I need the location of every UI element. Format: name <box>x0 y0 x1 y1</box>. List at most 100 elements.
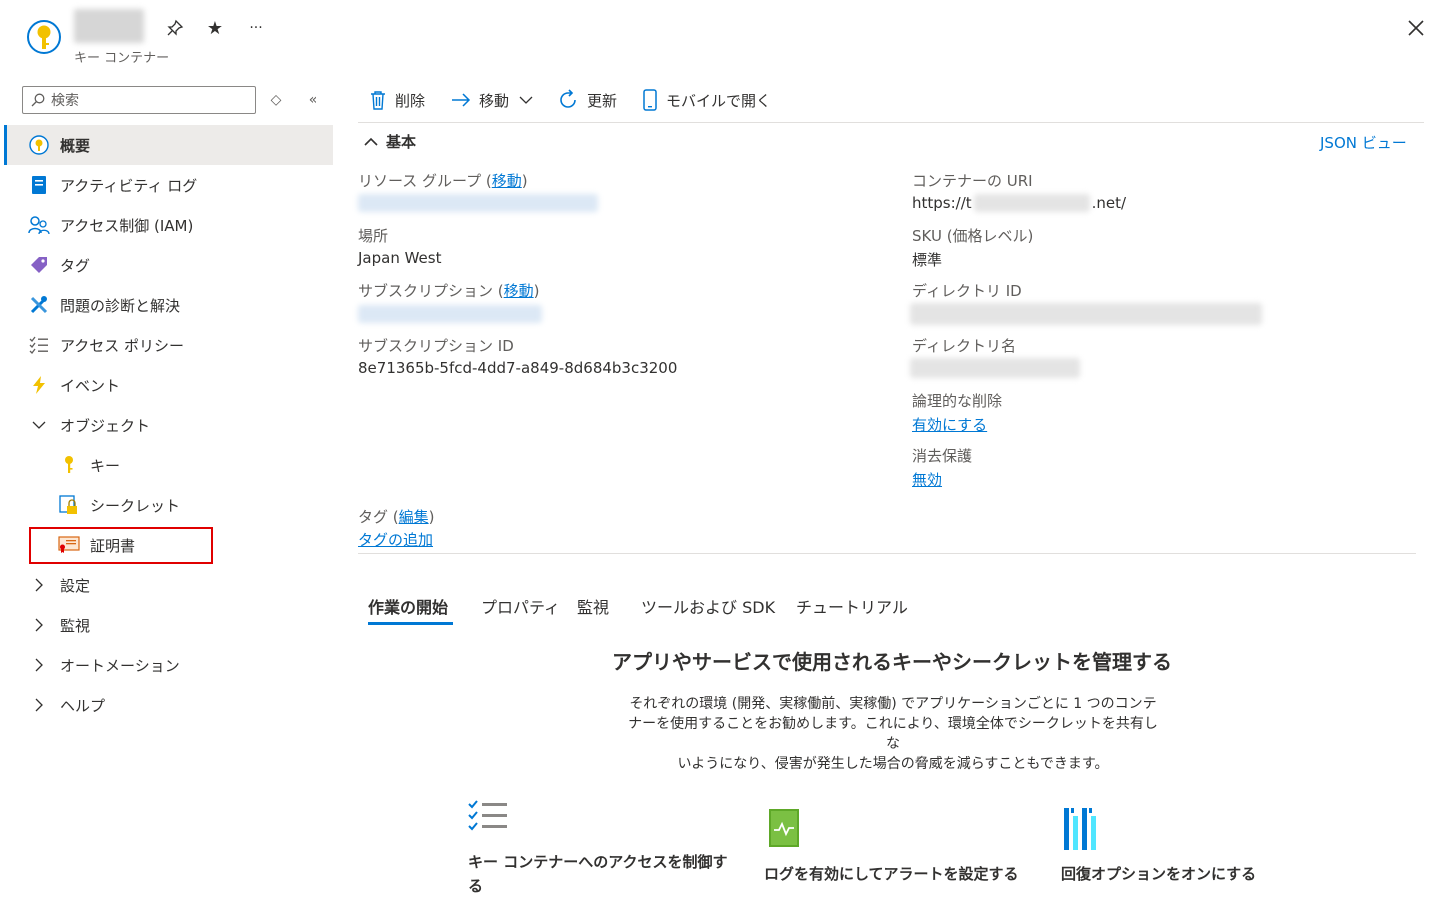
tab-get-started[interactable]: 作業の開始 <box>368 594 448 618</box>
mobile-phone-icon <box>643 89 657 111</box>
tab-properties[interactable]: プロパティ <box>481 594 560 618</box>
nav-label: アクセス制御 (IAM) <box>60 216 194 235</box>
refresh-icon <box>560 89 576 108</box>
key-vault-logo-icon <box>26 19 62 55</box>
delete-button[interactable]: 削除 <box>369 88 425 112</box>
card-enable-logging[interactable]: ログを有効にしてアラートを設定する <box>764 862 1019 886</box>
open-mobile-label: モバイルで開く <box>666 91 772 110</box>
log-monitor-icon <box>768 808 800 852</box>
nav-item-access-control[interactable]: アクセス制御 (IAM) <box>4 205 333 245</box>
vault-uri-redacted <box>973 194 1090 212</box>
vault-uri-suffix: .net/ <box>1091 194 1127 212</box>
access-checklist-icon <box>468 800 508 838</box>
tab-tutorials[interactable]: チュートリアル <box>796 594 908 618</box>
wrench-tools-icon <box>28 294 50 316</box>
directory-id-label: ディレクトリ ID <box>912 282 1022 300</box>
location-value: Japan West <box>358 249 442 267</box>
search-icon <box>31 93 45 107</box>
resource-group-label: リソース グループ (移動) <box>358 170 528 191</box>
nav-item-overview[interactable]: 概要 <box>4 125 333 165</box>
nav-group-objects[interactable]: オブジェクト <box>4 405 333 445</box>
recovery-bars-icon <box>1063 808 1097 854</box>
key-icon <box>58 454 80 476</box>
nav-item-keys[interactable]: キー <box>4 445 333 485</box>
resource-group-move-link[interactable]: 移動 <box>492 172 522 190</box>
subscription-move-link[interactable]: 移動 <box>504 282 534 300</box>
json-view-link[interactable]: JSON ビュー <box>1320 132 1407 153</box>
favorite-star-icon[interactable]: ★ <box>204 17 226 39</box>
hero-title: アプリやサービスで使用されるキーやシークレットを管理する <box>612 650 1172 674</box>
nav-label: 監視 <box>60 616 91 635</box>
nav-label: オブジェクト <box>60 416 151 435</box>
nav-group-monitoring[interactable]: 監視 <box>4 605 333 645</box>
card-recovery-options[interactable]: 回復オプションをオンにする <box>1061 862 1256 886</box>
purge-protection-link[interactable]: 無効 <box>912 469 942 490</box>
activity-log-icon <box>28 174 50 196</box>
subscription-label-text: サブスクリプション ( <box>358 282 504 300</box>
chevron-right-icon <box>28 694 50 716</box>
nav-group-settings[interactable]: 設定 <box>4 565 333 605</box>
nav-item-tags[interactable]: タグ <box>4 245 333 285</box>
resource-group-label-text: リソース グループ ( <box>358 172 492 190</box>
collapse-nav-icon[interactable]: « <box>303 90 323 110</box>
tags-edit-link[interactable]: 編集 <box>399 508 429 526</box>
resource-group-value-redacted[interactable] <box>358 194 598 212</box>
hero-desc-line: ナーを使用することをお勧めします。これにより、環境全体でシークレットを共有しな <box>628 716 1158 752</box>
close-icon[interactable] <box>1404 16 1428 40</box>
refresh-label: 更新 <box>587 91 618 110</box>
sku-value: 標準 <box>912 251 943 269</box>
nav-item-diagnose[interactable]: 問題の診断と解決 <box>4 285 333 325</box>
nav-label: 問題の診断と解決 <box>60 296 181 315</box>
chevron-right-icon <box>28 654 50 676</box>
add-tag-link[interactable]: タグの追加 <box>358 529 433 550</box>
tags-label-text: タグ ( <box>358 508 399 526</box>
tab-monitoring[interactable]: 監視 <box>577 594 609 618</box>
search-input[interactable]: 検索 <box>22 86 256 114</box>
nav-label: アクセス ポリシー <box>60 336 185 355</box>
soft-delete-enable-link[interactable]: 有効にする <box>912 414 987 435</box>
nav-item-events[interactable]: イベント <box>4 365 333 405</box>
nav-group-automation[interactable]: オートメーション <box>4 645 333 685</box>
nav-label: オートメーション <box>60 656 180 675</box>
toolbar-divider <box>358 122 1424 123</box>
nav-label: 設定 <box>60 576 91 595</box>
chevron-up-icon <box>364 137 378 146</box>
nav-item-secrets[interactable]: シークレット <box>4 485 333 525</box>
tags-label: タグ (編集) <box>358 506 435 527</box>
hero-desc-line: それぞれの環境 (開発、実稼働前、実稼働) でアプリケーションごとに 1 つのコ… <box>629 696 1157 712</box>
move-button[interactable]: 移動 <box>451 88 541 112</box>
access-control-people-icon <box>28 214 50 236</box>
tab-tools-sdk[interactable]: ツールおよび SDK <box>641 594 775 618</box>
overview-icon <box>28 134 50 156</box>
refresh-button[interactable]: 更新 <box>557 88 617 112</box>
directory-name-label: ディレクトリ名 <box>912 337 1016 355</box>
subscription-id-label: サブスクリプション ID <box>358 337 514 355</box>
resource-type: キー コンテナー <box>74 51 170 66</box>
search-placeholder: 検索 <box>51 93 79 109</box>
pin-icon[interactable] <box>164 17 186 39</box>
essentials-divider <box>358 553 1416 554</box>
soft-delete-label: 論理的な削除 <box>912 392 1003 410</box>
move-label: 移動 <box>479 91 510 110</box>
sort-toggle-icon[interactable]: ◇ <box>266 90 286 110</box>
card-access-control[interactable]: キー コンテナーへのアクセスを制御す る <box>468 850 728 898</box>
nav-label: イベント <box>60 376 121 395</box>
subscription-value-redacted[interactable] <box>358 305 542 323</box>
trash-icon <box>371 91 385 110</box>
essentials-toggle[interactable]: 基本 <box>364 131 416 152</box>
nav-group-help[interactable]: ヘルプ <box>4 685 333 725</box>
vault-uri-label: コンテナーの URI <box>912 172 1033 190</box>
nav-item-activity-log[interactable]: アクティビティ ログ <box>4 165 333 205</box>
open-mobile-button[interactable]: モバイルで開く <box>642 88 771 112</box>
nav-label: 概要 <box>60 136 91 155</box>
chevron-right-icon <box>28 614 50 636</box>
chevron-right-icon <box>28 574 50 596</box>
vault-uri-prefix: https://t <box>912 194 972 212</box>
tag-icon <box>28 254 50 276</box>
chevron-down-icon <box>28 414 50 436</box>
close-paren: ) <box>533 282 540 300</box>
nav-item-access-policies[interactable]: アクセス ポリシー <box>4 325 333 365</box>
delete-label: 削除 <box>395 91 426 110</box>
more-actions-icon[interactable]: ··· <box>245 17 267 39</box>
arrow-right-icon <box>452 93 471 107</box>
